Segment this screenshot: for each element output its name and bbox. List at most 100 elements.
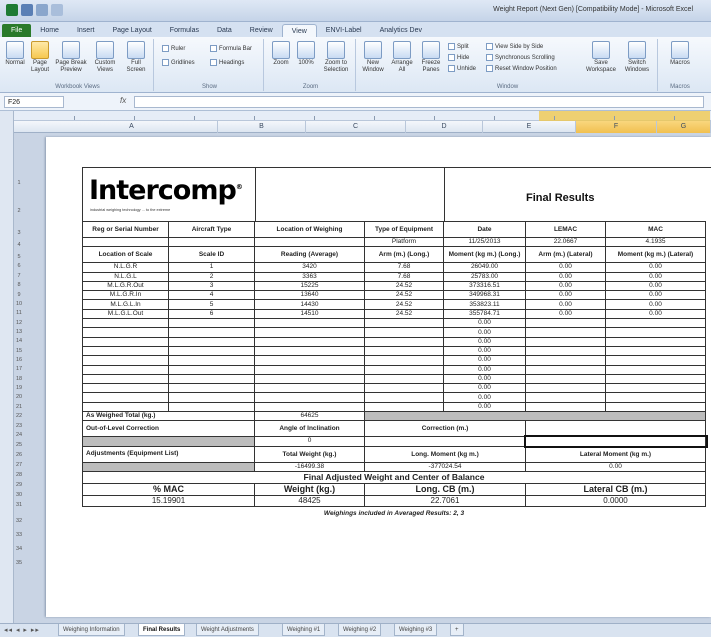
scale-id-cell[interactable]: 2 (168, 271, 255, 282)
arm-long-cell[interactable]: 24.52 (364, 290, 444, 301)
table-cell[interactable] (82, 383, 169, 394)
moment-lateral-cell[interactable]: 0.00 (605, 262, 706, 273)
total-weight-value[interactable]: -16499.38 (254, 461, 365, 472)
tab-page-layout[interactable]: Page Layout (103, 24, 160, 37)
aircraft-value[interactable] (168, 236, 255, 248)
formula-input[interactable] (134, 96, 704, 108)
row-header[interactable]: 9 (14, 292, 24, 298)
scale-location-cell[interactable]: N.L.G.L (82, 271, 169, 282)
table-cell[interactable] (525, 318, 606, 329)
table-cell[interactable] (525, 355, 606, 366)
tab-file[interactable]: File (2, 24, 32, 37)
row-header[interactable]: 27 (14, 462, 24, 468)
long-moment-value[interactable]: -377024.54 (364, 461, 526, 472)
name-box[interactable]: F26 (4, 96, 64, 108)
table-cell[interactable] (364, 355, 444, 366)
arm-lateral-cell[interactable]: 0.00 (525, 290, 606, 301)
table-cell[interactable] (168, 373, 255, 385)
moment-long-cell[interactable]: 0.00 (443, 373, 526, 385)
table-cell[interactable] (605, 327, 706, 338)
moment-long-cell[interactable]: 373316.51 (443, 280, 526, 292)
moment-lateral-cell[interactable]: 0.00 (605, 308, 706, 320)
tab-insert[interactable]: Insert (68, 24, 104, 37)
formula-bar-checkbox[interactable]: Formula Bar (210, 45, 252, 52)
hide-button[interactable]: Hide (448, 54, 469, 61)
lateral-moment-value[interactable]: 0.00 (525, 461, 706, 472)
row-header[interactable]: 14 (14, 338, 24, 344)
table-cell[interactable] (605, 345, 706, 357)
table-cell[interactable] (364, 373, 444, 385)
sheet-tab-weighing-3[interactable]: Weighing #3 (394, 624, 438, 636)
equipment-type-value[interactable]: Platform (364, 236, 444, 248)
row-header[interactable]: 21 (14, 404, 24, 410)
row-header[interactable]: 25 (14, 442, 24, 448)
table-cell[interactable] (254, 318, 365, 329)
moment-long-cell[interactable]: 0.00 (443, 401, 526, 413)
undo-icon[interactable] (36, 4, 48, 16)
moment-long-cell[interactable]: 0.00 (443, 327, 526, 338)
column-header-g[interactable]: G (657, 121, 711, 133)
table-cell[interactable] (605, 336, 706, 347)
zoom-button[interactable]: Zoom (270, 41, 292, 67)
row-header[interactable]: 5 (14, 254, 24, 260)
sheet-tab-weight-adjustments[interactable]: Weight Adjustments (196, 624, 259, 636)
table-cell[interactable] (364, 392, 444, 403)
table-cell[interactable] (525, 383, 606, 394)
row-header[interactable]: 29 (14, 482, 24, 488)
table-cell[interactable] (605, 355, 706, 366)
page-break-preview-button[interactable]: Page Break Preview (54, 41, 88, 74)
arm-lateral-cell[interactable]: 0.00 (525, 299, 606, 310)
long-cb-value[interactable]: 22.7061 (364, 494, 526, 507)
row-header[interactable]: 18 (14, 376, 24, 382)
row-header[interactable]: 7 (14, 273, 24, 279)
table-cell[interactable] (82, 401, 169, 413)
arm-long-cell[interactable]: 7.68 (364, 271, 444, 282)
redo-icon[interactable] (51, 4, 63, 16)
moment-long-cell[interactable]: 0.00 (443, 392, 526, 403)
selected-cell-f26[interactable] (523, 434, 708, 449)
row-header[interactable]: 20 (14, 394, 24, 400)
row-header[interactable]: 34 (14, 546, 24, 552)
column-header-d[interactable]: D (406, 121, 483, 133)
row-header[interactable]: 16 (14, 357, 24, 363)
table-cell[interactable] (168, 336, 255, 347)
lateral-cb-value[interactable]: 0.0000 (525, 494, 706, 507)
moment-lateral-cell[interactable]: 0.00 (605, 299, 706, 310)
lemac-value[interactable]: 22.0667 (525, 236, 606, 248)
sheet-tab-weighing-1[interactable]: Weighing #1 (282, 624, 326, 636)
scale-id-cell[interactable]: 4 (168, 290, 255, 301)
correction-blank[interactable] (525, 420, 706, 438)
table-cell[interactable] (168, 345, 255, 357)
row-header[interactable]: 24 (14, 432, 24, 438)
table-cell[interactable] (364, 318, 444, 329)
switch-windows-button[interactable]: Switch Windows (620, 41, 654, 74)
table-cell[interactable] (364, 364, 444, 375)
save-workspace-button[interactable]: Save Workspace (586, 41, 616, 74)
scale-location-cell[interactable]: M.L.G.L.Out (82, 308, 169, 320)
table-cell[interactable] (168, 401, 255, 413)
moment-long-cell[interactable]: 355784.71 (443, 308, 526, 320)
arm-long-cell[interactable]: 24.52 (364, 299, 444, 310)
reading-cell[interactable]: 14510 (254, 308, 365, 320)
scale-location-cell[interactable]: M.L.G.R.Out (82, 280, 169, 292)
sheet-tab-weighing-information[interactable]: Weighing Information (58, 624, 125, 636)
row-header[interactable]: 35 (14, 560, 24, 566)
row-header[interactable]: 30 (14, 492, 24, 498)
table-cell[interactable] (82, 355, 169, 366)
table-cell[interactable] (82, 318, 169, 329)
angle-value[interactable]: 0 (254, 436, 365, 447)
table-cell[interactable] (605, 364, 706, 375)
table-cell[interactable] (364, 383, 444, 394)
freeze-panes-button[interactable]: Freeze Panes (418, 41, 444, 74)
table-cell[interactable] (254, 383, 365, 394)
table-cell[interactable] (364, 327, 444, 338)
table-cell[interactable] (82, 336, 169, 347)
table-cell[interactable] (525, 392, 606, 403)
row-header[interactable]: 32 (14, 518, 24, 524)
row-header[interactable]: 10 (14, 301, 24, 307)
table-cell[interactable] (364, 401, 444, 413)
synchronous-scrolling-button[interactable]: Synchronous Scrolling (486, 54, 555, 61)
table-cell[interactable] (525, 401, 606, 413)
moment-long-cell[interactable]: 0.00 (443, 336, 526, 347)
table-cell[interactable] (168, 327, 255, 338)
